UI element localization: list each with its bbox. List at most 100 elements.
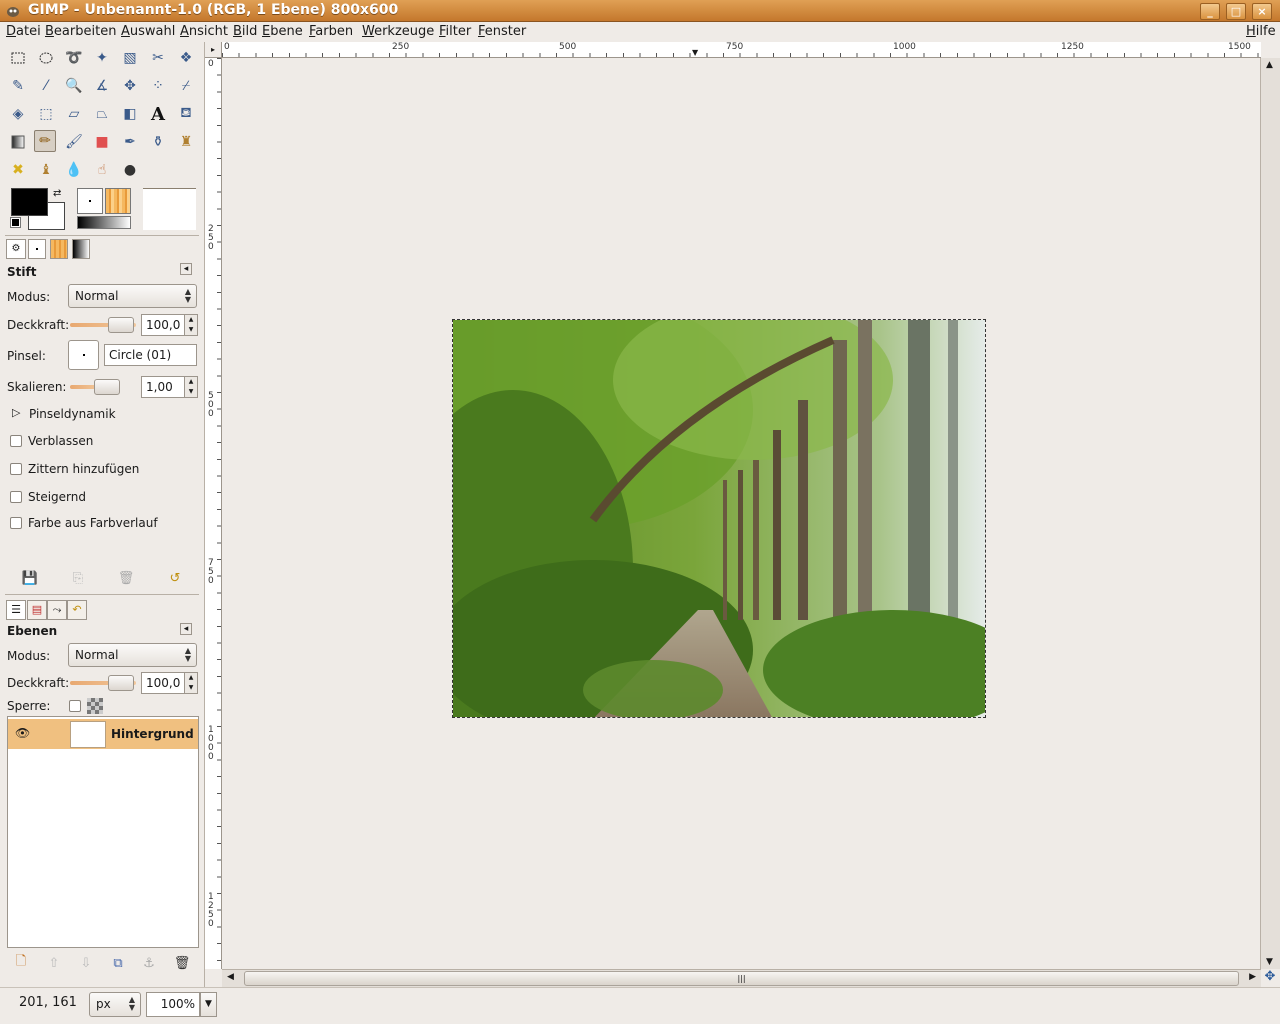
align-icon[interactable]: ⁘ (147, 75, 169, 97)
ellipse-select-icon[interactable] (35, 47, 57, 69)
move-icon[interactable]: ✥ (119, 75, 141, 97)
gradient-color-checkbox[interactable] (10, 517, 22, 529)
layers-menu-icon[interactable]: ◂ (180, 623, 192, 635)
navigate-icon[interactable]: ✥ (1260, 969, 1280, 987)
brush-preview[interactable] (77, 188, 103, 214)
scroll-left-icon[interactable]: ◀ (227, 972, 234, 982)
ink-icon[interactable]: ⚱ (147, 131, 169, 153)
lock-alpha-icon[interactable] (87, 698, 103, 714)
menu-windows[interactable]: Fenster (478, 24, 526, 39)
horizontal-scrollbar[interactable]: ◀ ||| ▶ (222, 969, 1261, 987)
layers-opacity-slider[interactable] (70, 675, 136, 691)
scroll-thumb[interactable]: ||| (244, 971, 1239, 986)
horizontal-ruler[interactable]: 0 250 500 750 1000 1250 1500 ▼ (222, 42, 1261, 58)
menu-view[interactable]: Ansicht (180, 24, 228, 39)
fuzzy-select-icon[interactable]: ✦ (91, 47, 113, 69)
new-layer-icon[interactable]: 🗋 (11, 954, 31, 972)
paths-icon[interactable]: ✎ (7, 75, 29, 97)
blend-icon[interactable] (7, 131, 29, 153)
incremental-checkbox[interactable] (10, 491, 22, 503)
zoom-field[interactable]: 100% (146, 992, 200, 1017)
perspective-clone-icon[interactable]: ♝ (35, 159, 57, 181)
color-select-icon[interactable]: ▧ (119, 47, 141, 69)
swap-colors-icon[interactable]: ⇄ (53, 188, 61, 199)
close-button[interactable]: × (1252, 3, 1272, 20)
tab-paths[interactable]: ⤳ (47, 600, 67, 620)
menu-colors[interactable]: Farben (309, 24, 353, 39)
rotate-icon[interactable]: ◈ (7, 103, 29, 125)
menu-filters[interactable]: Filter (439, 24, 471, 39)
blur-icon[interactable]: 💧 (63, 159, 85, 181)
zoom-dropdown-button[interactable]: ▼ (200, 992, 217, 1017)
restore-options-icon[interactable]: ⎘ (68, 569, 88, 587)
tab-tool-options[interactable]: ⚙ (6, 239, 26, 259)
reset-options-icon[interactable]: ↺ (165, 569, 185, 587)
measure-icon[interactable]: ∡ (91, 75, 113, 97)
tab-patterns[interactable] (50, 239, 68, 259)
scissors-icon[interactable]: ✂ (147, 47, 169, 69)
minimize-button[interactable]: _ (1200, 3, 1220, 20)
tab-layers[interactable]: ☰ (6, 600, 26, 620)
dodge-burn-icon[interactable]: ● (119, 159, 141, 181)
pencil-icon[interactable]: ✏ (34, 130, 56, 152)
raise-layer-icon[interactable]: ⇧ (44, 954, 64, 972)
layer-row[interactable]: 👁 Hintergrund (8, 719, 198, 749)
maximize-button[interactable]: □ (1226, 3, 1246, 20)
scale-slider[interactable] (70, 379, 134, 395)
clone-icon[interactable]: ♜ (175, 131, 197, 153)
text-tool-icon[interactable]: A (147, 103, 169, 125)
quick-mask-corner-icon[interactable]: ▸ (205, 42, 222, 58)
anchor-layer-icon[interactable]: ⚓ (139, 954, 159, 972)
opacity-slider[interactable] (70, 317, 136, 333)
perspective-icon[interactable]: ⏢ (91, 103, 113, 125)
expand-dynamics-icon[interactable]: ▷ (12, 406, 20, 419)
tab-channels[interactable]: ▤ (27, 600, 47, 620)
scale-icon[interactable]: ⬚ (35, 103, 57, 125)
airbrush-icon[interactable]: ✒ (119, 131, 141, 153)
menu-file[interactable]: Datei (6, 24, 41, 39)
lock-pixels-checkbox[interactable] (69, 700, 81, 712)
menu-help[interactable]: Hilfe (1246, 24, 1276, 39)
paintbrush-icon[interactable]: 🖌 (63, 131, 85, 153)
layer-name[interactable]: Hintergrund (111, 727, 194, 741)
visibility-eye-icon[interactable]: 👁 (15, 726, 30, 740)
layers-mode-select[interactable]: Normal ▲ ▼ (68, 643, 197, 667)
menu-edit[interactable]: Bearbeiten (45, 24, 116, 39)
duplicate-layer-icon[interactable]: ⧉ (108, 954, 128, 972)
delete-options-icon[interactable]: 🗑 (116, 569, 136, 587)
scroll-right-icon[interactable]: ▶ (1249, 972, 1256, 982)
bucket-fill-icon[interactable]: ⛾ (175, 103, 197, 125)
panel-menu-icon[interactable]: ◂ (180, 263, 192, 275)
scroll-up-icon[interactable]: ▲ (1266, 60, 1273, 70)
color-picker-icon[interactable]: ⁄ (35, 75, 57, 97)
tab-gradients[interactable] (72, 239, 90, 259)
shear-icon[interactable]: ▱ (63, 103, 85, 125)
vertical-ruler[interactable]: 0 250 500 750 1000 1250 (205, 58, 222, 969)
brush-button[interactable] (68, 340, 99, 370)
dynamics-label[interactable]: Pinseldynamik (29, 407, 116, 421)
brush-name-field[interactable]: Circle (01) (104, 344, 197, 366)
image-preview[interactable] (143, 188, 196, 230)
gradient-preview[interactable] (77, 216, 131, 229)
heal-icon[interactable]: ✖ (7, 159, 29, 181)
menu-select[interactable]: Auswahl (121, 24, 175, 39)
tab-undo[interactable]: ↶ (67, 600, 87, 620)
pattern-preview[interactable] (105, 188, 131, 214)
menu-image[interactable]: Bild (233, 24, 257, 39)
opacity-input[interactable]: 100,0 ▲ ▼ (141, 314, 198, 336)
menu-layer[interactable]: Ebene (262, 24, 303, 39)
flip-icon[interactable]: ◧ (119, 103, 141, 125)
jitter-checkbox[interactable] (10, 463, 22, 475)
save-options-icon[interactable]: 💾 (20, 569, 40, 587)
eraser-icon[interactable]: ■ (91, 131, 113, 153)
menu-tools[interactable]: Werkzeuge (362, 24, 434, 39)
foreground-select-icon[interactable]: ❖ (175, 47, 197, 69)
image-canvas[interactable] (452, 319, 986, 718)
crop-icon[interactable]: ⌿ (175, 75, 197, 97)
tab-brushes[interactable] (28, 239, 46, 259)
delete-layer-icon[interactable]: 🗑 (172, 954, 192, 972)
zoom-icon[interactable]: 🔍 (63, 75, 85, 97)
unit-select[interactable]: px ▲ ▼ (89, 992, 141, 1017)
scale-input[interactable]: 1,00 ▲ ▼ (141, 376, 198, 398)
lower-layer-icon[interactable]: ⇩ (76, 954, 96, 972)
